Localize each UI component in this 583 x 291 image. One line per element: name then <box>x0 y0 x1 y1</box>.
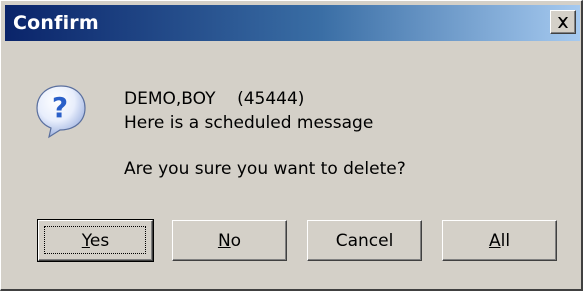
close-icon <box>558 16 568 28</box>
all-button-label: All <box>488 230 511 251</box>
confirm-dialog: Confirm ? DEMO,BOY (45444) Here is a sch… <box>0 0 583 291</box>
message-line-1: DEMO,BOY (45444) <box>124 89 305 109</box>
title-bar[interactable]: Confirm <box>5 5 580 41</box>
cancel-button-label: Cancel <box>335 230 394 251</box>
yes-button-label: Yes <box>81 230 110 251</box>
window-title: Confirm <box>13 12 99 34</box>
message-line-2: Here is a scheduled message <box>124 113 374 133</box>
question-glyph: ? <box>52 91 68 124</box>
cancel-button[interactable]: Cancel <box>307 220 422 261</box>
no-button[interactable]: No <box>172 220 287 261</box>
close-button[interactable] <box>550 10 576 34</box>
question-icon: ? <box>36 85 86 139</box>
message-text: DEMO,BOY (45444) Here is a scheduled mes… <box>124 87 406 181</box>
message-line-3: Are you sure you want to delete? <box>124 159 406 179</box>
no-button-label: No <box>217 230 242 251</box>
yes-button[interactable]: Yes <box>37 219 154 262</box>
all-button[interactable]: All <box>442 220 557 261</box>
